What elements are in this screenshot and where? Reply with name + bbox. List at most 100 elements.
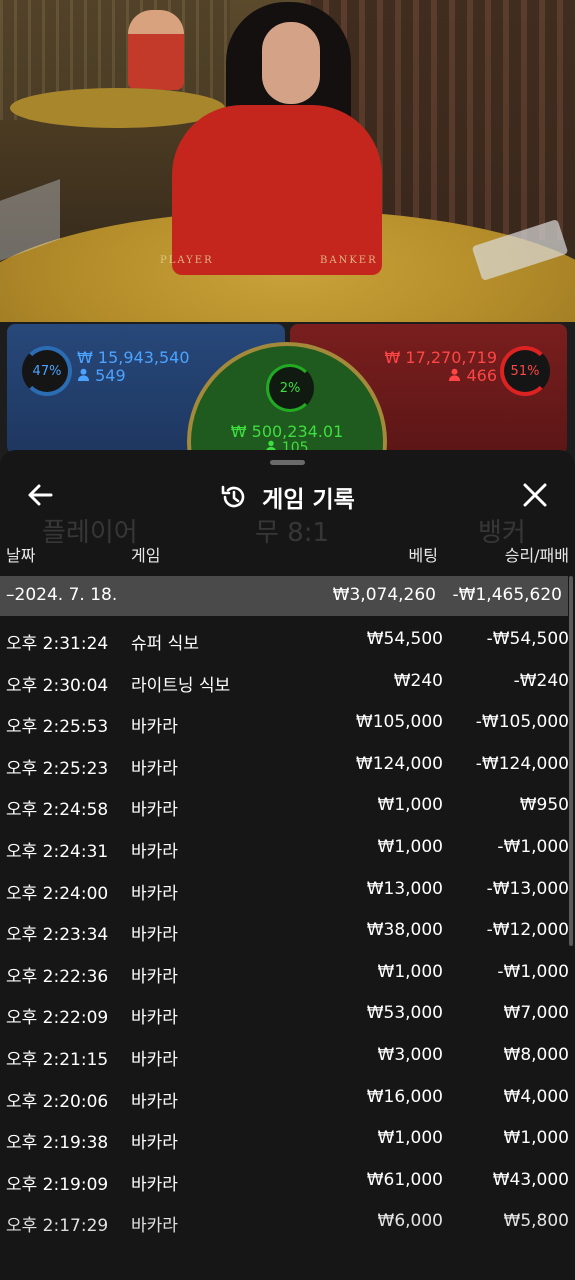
row-game: 바카라 [131,1133,178,1154]
row-time: 오후 2:24:31 [6,841,109,862]
row-result: ₩5,800 [503,1211,569,1232]
dealer-face [262,22,320,104]
column-bet: 베팅 [408,546,438,565]
bet-stats: 47% ₩ 15,943,540 549 ₩ 17,270,719 466 51… [0,322,575,542]
history-row[interactable]: 오후 2:24:00 바카라 ₩13,000 -₩13,000 [0,870,575,912]
row-result: -₩13,000 [486,878,569,899]
user-icon [449,368,461,381]
history-column-headers: 날짜 게임 베팅 승리/패배 [0,542,575,570]
row-time: 오후 2:19:38 [6,1133,109,1154]
row-time: 오후 2:31:24 [6,634,109,654]
row-game: 바카라 [131,1049,178,1070]
row-result: -₩12,000 [486,920,569,941]
row-time: 오후 2:22:09 [6,1008,109,1029]
row-bet: ₩3,000 [377,1044,443,1065]
row-time: 오후 2:24:00 [6,883,109,904]
row-bet: ₩38,000 [366,920,443,941]
player-bet-amount: ₩ 15,943,540 [77,348,190,367]
row-game: 바카라 [131,966,178,987]
row-time: 오후 2:23:34 [6,925,109,946]
row-game: 라이트닝 식보 [131,675,231,696]
close-icon[interactable] [520,480,550,510]
row-time: 오후 2:24:58 [6,800,109,821]
row-time: 오후 2:17:29 [6,1216,109,1237]
row-bet: ₩124,000 [355,753,443,774]
row-bet: ₩1,000 [377,1128,443,1149]
game-history-sheet: 플레이어 무 8:1 뱅커 게임 기록 날짜 게임 베팅 승리/패배 –2024… [0,450,575,1280]
history-row[interactable]: 오후 2:22:09 바카라 ₩53,000 ₩7,000 [0,994,575,1036]
row-time: 오후 2:20:06 [6,1091,109,1112]
banker-count-text: 466 [466,366,497,385]
history-row[interactable]: 오후 2:25:23 바카라 ₩124,000 -₩124,000 [0,745,575,787]
row-bet: ₩240 [393,670,443,691]
dealer [172,105,382,275]
sheet-header: 게임 기록 [0,472,575,522]
row-bet: ₩61,000 [366,1169,443,1190]
row-result: ₩4,000 [503,1086,569,1107]
row-game: 바카라 [131,925,178,946]
row-game: 바카라 [131,1174,178,1195]
history-row[interactable]: 오후 2:30:04 라이트닝 식보 ₩240 -₩240 [0,662,575,704]
row-game: 바카라 [131,717,178,738]
row-result: -₩1,000 [497,836,569,857]
history-row[interactable]: 오후 2:19:09 바카라 ₩61,000 ₩43,000 [0,1161,575,1203]
row-result: ₩950 [519,795,569,816]
tie-percent-ring: 2% [266,364,314,412]
row-result: -₩240 [513,670,569,691]
row-game: 슈퍼 식보 [131,634,199,654]
date-summary-row[interactable]: –2024. 7. 18. ₩3,074,260 -₩1,465,620 [0,576,568,616]
row-result: ₩7,000 [503,1003,569,1024]
column-game: 게임 [131,546,161,565]
row-bet: ₩1,000 [377,961,443,982]
background-table [10,88,225,128]
row-bet: ₩6,000 [377,1211,443,1232]
row-game: 바카라 [131,1216,178,1237]
row-bet: ₩13,000 [366,878,443,899]
row-game: 바카라 [131,883,178,904]
row-result: -₩54,500 [486,629,569,649]
row-time: 오후 2:25:53 [6,717,109,738]
history-row[interactable]: 오후 2:25:53 바카라 ₩105,000 -₩105,000 [0,703,575,745]
row-time: 오후 2:19:09 [6,1174,109,1195]
history-row[interactable]: 오후 2:31:24 슈퍼 식보 ₩54,500 -₩54,500 [0,620,575,662]
row-bet: ₩16,000 [366,1086,443,1107]
row-game: 바카라 [131,800,178,821]
player-count-text: 549 [95,366,126,385]
row-bet: ₩1,000 [377,836,443,857]
row-time: 오후 2:22:36 [6,966,109,987]
history-row[interactable]: 오후 2:17:29 바카라 ₩6,000 ₩5,800 [0,1202,575,1244]
drag-handle[interactable] [270,460,305,465]
scrollbar[interactable] [569,576,573,946]
history-row[interactable]: 오후 2:24:58 바카라 ₩1,000 ₩950 [0,786,575,828]
sheet-title: 게임 기록 [262,487,355,513]
player-bettor-count: 549 [77,366,126,385]
history-row[interactable]: 오후 2:23:34 바카라 ₩38,000 -₩12,000 [0,911,575,953]
row-game: 바카라 [131,1008,178,1029]
history-row[interactable]: 오후 2:20:06 바카라 ₩16,000 ₩4,000 [0,1078,575,1120]
history-row[interactable]: 오후 2:24:31 바카라 ₩1,000 -₩1,000 [0,828,575,870]
row-result: -₩1,000 [497,961,569,982]
row-game: 바카라 [131,758,178,779]
row-time: 오후 2:25:23 [6,758,109,779]
user-icon [77,368,90,381]
banker-percent-ring: 51% [500,346,550,396]
row-time: 오후 2:30:04 [6,675,109,696]
table-label-banker: BANKER [320,255,378,266]
summary-bet: ₩3,074,260 [332,585,436,605]
tie-bet-amount: ₩ 500,234.01 [230,422,344,441]
banker-bettor-count: 466 [448,366,497,385]
history-row[interactable]: 오후 2:21:15 바카라 ₩3,000 ₩8,000 [0,1036,575,1078]
sheet-title-group: 게임 기록 [0,480,575,514]
history-row[interactable]: 오후 2:19:38 바카라 ₩1,000 ₩1,000 [0,1119,575,1161]
background-dealer [128,10,184,90]
row-bet: ₩105,000 [355,712,443,733]
summary-date: –2024. 7. 18. [6,585,118,605]
table-label-player: PLAYER [160,255,214,266]
history-row[interactable]: 오후 2:22:36 바카라 ₩1,000 -₩1,000 [0,953,575,995]
row-result: ₩8,000 [503,1044,569,1065]
column-date: 날짜 [6,546,36,565]
row-result: -₩124,000 [475,753,569,774]
row-game: 바카라 [131,1091,178,1112]
row-time: 오후 2:21:15 [6,1049,109,1070]
row-result: ₩1,000 [503,1128,569,1149]
